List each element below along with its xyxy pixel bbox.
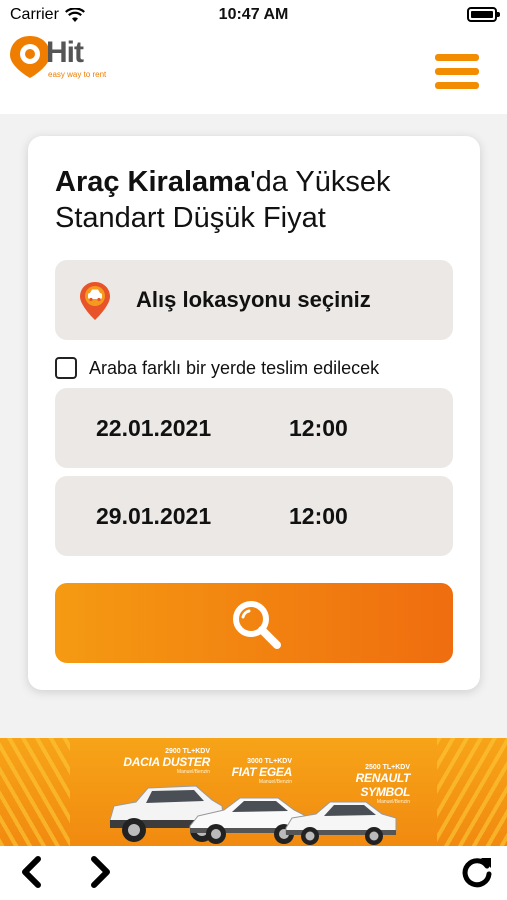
promo-model: DACIA DUSTER [123, 755, 210, 769]
status-bar: Carrier 10:47 AM [0, 0, 507, 30]
promo-model: FIAT EGEA [231, 765, 293, 779]
bottom-nav-bar [0, 846, 507, 900]
logo-text: Hit [46, 36, 84, 69]
different-dropoff-checkbox[interactable] [55, 357, 77, 379]
pickup-time[interactable]: 12:00 [289, 415, 348, 442]
different-dropoff-label: Araba farklı bir yerde teslim edilecek [89, 357, 380, 378]
promo-price: 2900 TL+KDV [165, 748, 210, 755]
promo-banner[interactable]: 2900 TL+KDV DACIA DUSTER Manuel/Benzin 3… [0, 738, 507, 846]
return-datetime-field[interactable]: 29.01.2021 12:00 [55, 476, 453, 556]
hamburger-menu-icon[interactable] [435, 54, 479, 92]
pickup-location-field[interactable]: Alış lokasyonu seçiniz [55, 260, 453, 340]
reload-icon[interactable] [459, 854, 495, 890]
return-date[interactable]: 29.01.2021 [96, 503, 211, 530]
promo-sub: Manuel/Benzin [176, 769, 210, 775]
headline-bold: Araç Kiralama [55, 166, 251, 198]
different-dropoff-row[interactable]: Araba farklı bir yerde teslim edilecek [55, 356, 379, 380]
pickup-date[interactable]: 22.01.2021 [96, 415, 211, 442]
renault-symbol-car-image [285, 801, 397, 845]
logo-tagline: easy way to rent [48, 70, 107, 79]
return-time[interactable]: 12:00 [289, 503, 348, 530]
pickup-location-label: Alış lokasyonu seçiniz [136, 287, 371, 312]
promo-model: RENAULT SYMBOL [355, 771, 411, 799]
chevron-right-icon[interactable] [82, 854, 118, 890]
pickup-datetime-field[interactable]: 22.01.2021 12:00 [55, 388, 453, 468]
car-location-pin-icon [80, 282, 110, 320]
rental-search-card: Araç Kiralama'da Yüksek Standart Düşük F… [28, 136, 480, 690]
banner-decoration-left [0, 738, 70, 846]
app-header: Hit easy way to rent [0, 30, 507, 114]
status-time: 10:47 AM [218, 6, 289, 23]
banner-decoration-right [437, 738, 507, 846]
battery-icon [467, 7, 500, 22]
promo-price: 3000 TL+KDV [247, 758, 292, 765]
promo-price: 2500 TL+KDV [365, 764, 410, 771]
promo-dacia-duster: 2900 TL+KDV DACIA DUSTER Manuel/Benzin [120, 748, 210, 775]
page-headline: Araç Kiralama'da Yüksek Standart Düşük F… [55, 164, 455, 236]
search-icon [233, 601, 281, 649]
chevron-left-icon[interactable] [14, 854, 50, 890]
search-button[interactable] [55, 583, 453, 663]
